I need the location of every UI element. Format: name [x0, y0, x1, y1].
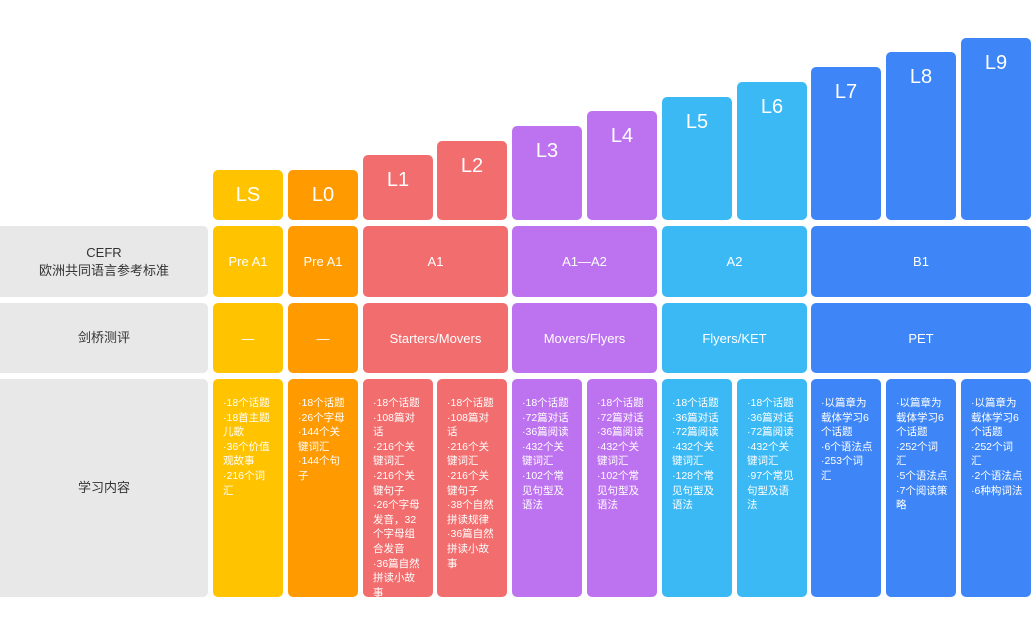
level-header-l6: L6 [737, 82, 807, 220]
level-content-ls: ·18个话题 ·18首主题儿歌 ·36个价值观故事 ·216个词汇 [213, 379, 283, 597]
level-content-l6: ·18个话题 ·36篇对话 ·72篇阅读 ·432个关键词汇 ·97个常见句型及… [737, 379, 807, 597]
level-header-l8: L8 [886, 52, 956, 220]
level-content-l3: ·18个话题 ·72篇对话 ·36篇阅读 ·432个关键词汇 ·102个常见句型… [512, 379, 582, 597]
cefr-cell: A2 [662, 226, 807, 297]
level-content-l9: ·以篇章为载体学习6个话题 ·252个词汇 ·2个语法点 ·6种构词法 [961, 379, 1031, 597]
level-content-l5: ·18个话题 ·36篇对话 ·72篇阅读 ·432个关键词汇 ·128个常见句型… [662, 379, 732, 597]
level-content-l8: ·以篇章为载体学习6个话题 ·252个词汇 ·5个语法点 ·7个阅读策略 [886, 379, 956, 597]
level-header-l2: L2 [437, 141, 507, 220]
cefr-cell: Pre A1 [288, 226, 358, 297]
level-content-l2: ·18个话题 ·108篇对话 ·216个关键词汇 ·216个关键句子 ·38个自… [437, 379, 507, 597]
level-header-l4: L4 [587, 111, 657, 220]
cambridge-cell: — [288, 303, 358, 373]
level-header-l5: L5 [662, 97, 732, 220]
level-header-l1: L1 [363, 155, 433, 220]
cambridge-cell: PET [811, 303, 1031, 373]
cambridge-cell: Flyers/KET [662, 303, 807, 373]
level-content-l7: ·以篇章为载体学习6个话题 ·6个语法点 ·253个词汇 [811, 379, 881, 597]
cambridge-cell: Movers/Flyers [512, 303, 657, 373]
level-header-l7: L7 [811, 67, 881, 220]
cambridge-cell: — [213, 303, 283, 373]
level-header-l0: L0 [288, 170, 358, 220]
row-label-content: 学习内容 [0, 379, 208, 597]
level-header-ls: LS [213, 170, 283, 220]
cambridge-cell: Starters/Movers [363, 303, 508, 373]
cefr-cell: Pre A1 [213, 226, 283, 297]
level-header-l3: L3 [512, 126, 582, 220]
level-content-l1: ·18个话题 ·108篇对话 ·216个关键词汇 ·216个关键句子 ·26个字… [363, 379, 433, 599]
cefr-cell: A1—A2 [512, 226, 657, 297]
level-content-l4: ·18个话题 ·72篇对话 ·36篇阅读 ·432个关键词汇 ·102个常见句型… [587, 379, 657, 597]
cefr-cell: A1 [363, 226, 508, 297]
row-label-cambridge: 剑桥测评 [0, 303, 208, 373]
level-header-l9: L9 [961, 38, 1031, 220]
row-label-cefr: CEFR 欧洲共同语言参考标准 [0, 226, 208, 297]
cefr-cell: B1 [811, 226, 1031, 297]
level-content-l0: ·18个话题 ·26个字母 ·144个关键词汇 ·144个句子 [288, 379, 358, 597]
